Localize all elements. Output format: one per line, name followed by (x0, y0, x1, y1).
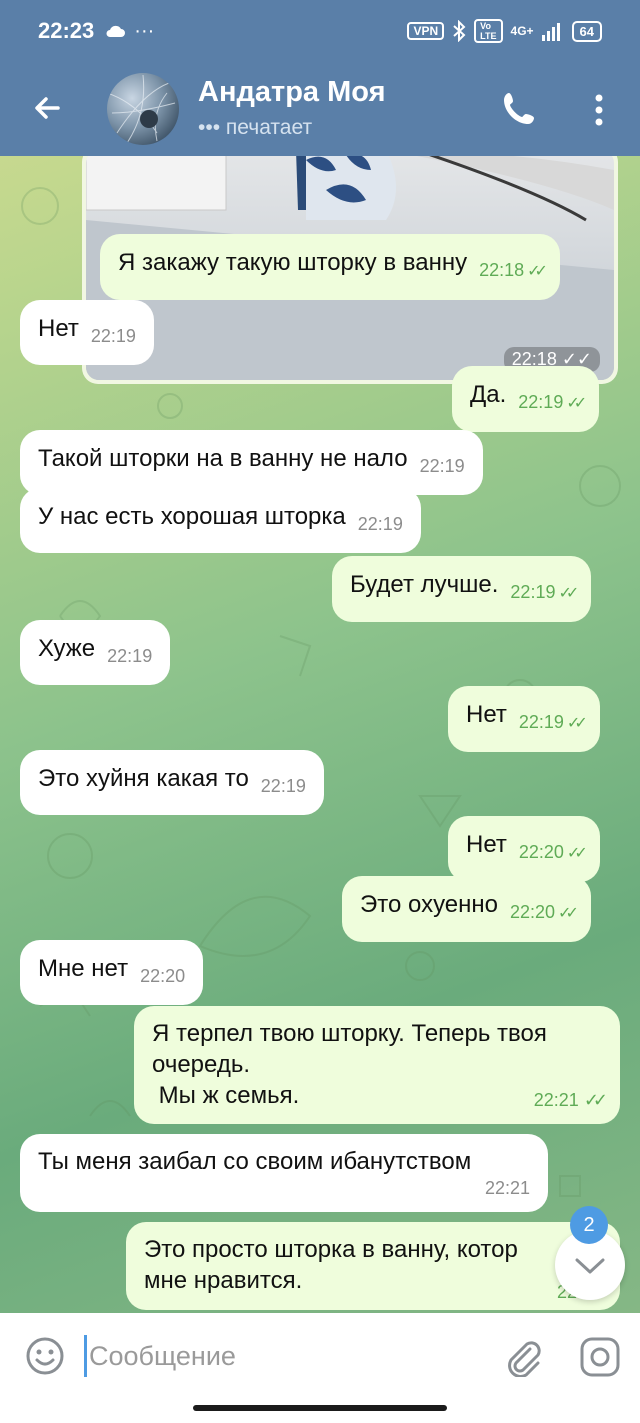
back-arrow-icon[interactable] (28, 88, 68, 128)
message-time: 22:21 ✓✓ (533, 1090, 608, 1110)
unread-count-badge: 2 (570, 1206, 608, 1244)
message-text-line: Я терпел твою шторку. Теперь твоя (152, 1020, 547, 1047)
message-time: 22:21 (484, 1178, 530, 1198)
contact-name[interactable]: Андатра Моя (198, 76, 386, 109)
signal-icon (541, 23, 560, 41)
message-outgoing[interactable]: Я терпел твою шторку. Теперь твоя очеред… (134, 1006, 620, 1124)
message-incoming[interactable]: Мне нет 22:20 (20, 940, 204, 1005)
message-text: Я закажу такую шторку в ванну (118, 249, 468, 276)
more-notifications-icon: ··· (134, 19, 155, 42)
message-time: 22:19 (510, 582, 556, 602)
message-time: 22:19 (107, 646, 153, 666)
vpn-badge: VPN (407, 22, 445, 40)
more-vertical-icon[interactable] (584, 90, 614, 130)
read-check-icon: ✓✓ (583, 1090, 608, 1110)
read-check-icon: ✓✓ (527, 263, 548, 280)
message-time: 22:18 (479, 260, 525, 280)
avatar[interactable] (107, 73, 179, 145)
message-outgoing[interactable]: Нет 22:19 ✓✓ (448, 686, 600, 752)
message-text: Мне нет (38, 955, 129, 982)
battery-indicator: 64 (571, 20, 602, 42)
message-outgoing[interactable]: Нет 22:20 ✓✓ (448, 816, 600, 882)
message-time: 22:19 (90, 326, 136, 346)
message-text: Это охуенно (360, 891, 498, 918)
message-outgoing[interactable]: Я закажу такую шторку в ванну 22:18 ✓✓ (100, 234, 560, 300)
volte-icon: Vo LTE (474, 19, 503, 43)
bluetooth-icon (453, 20, 466, 42)
message-time: 22:19 (260, 776, 306, 796)
message-outgoing[interactable]: Это охуенно 22:20 ✓✓ (342, 876, 591, 942)
phone-call-icon[interactable] (500, 88, 540, 128)
message-time: 22:19 (419, 456, 465, 476)
message-time: 22:19 (357, 514, 403, 534)
message-outgoing[interactable]: Будет лучше. 22:19 ✓✓ (332, 556, 592, 622)
message-text: У нас есть хорошая шторка (38, 503, 346, 530)
cloud-icon (106, 25, 126, 37)
message-input[interactable] (84, 1335, 464, 1377)
message-incoming[interactable]: Такой шторки на в ванну не нало 22:19 (20, 430, 483, 495)
chat-header: Андатра Моя ••• печатает (0, 62, 640, 156)
typing-dots-icon: ••• (198, 116, 221, 139)
message-text: Да. (470, 381, 507, 408)
typing-status-text: печатает (225, 116, 313, 139)
message-outgoing[interactable]: Да. 22:19 ✓✓ (452, 366, 600, 432)
message-text: Нет (466, 701, 507, 728)
message-text: Ты меня заибал со своим ибанутством (38, 1148, 472, 1175)
message-time: 22:20 (510, 902, 556, 922)
message-time: 22:19 (518, 712, 564, 732)
message-outgoing[interactable]: Это просто шторка в ванну, котор мне нра… (126, 1222, 620, 1310)
status-time: 22:23 (38, 18, 95, 43)
message-incoming[interactable]: Это хуйня какая то 22:19 (20, 750, 324, 815)
emoji-icon[interactable] (24, 1335, 66, 1377)
message-text: Нет (38, 315, 79, 342)
message-text: Хуже (38, 635, 96, 662)
read-check-icon: ✓✓ (558, 905, 579, 922)
typing-status: ••• печатает (198, 116, 312, 140)
message-text-line: очередь. (152, 1051, 251, 1078)
message-time: 22:20 (140, 966, 186, 986)
paperclip-icon[interactable] (500, 1335, 542, 1377)
message-incoming[interactable]: Ты меня заибал со своим ибанутством 22:2… (20, 1134, 548, 1212)
read-check-icon: ✓✓ (566, 845, 588, 862)
read-check-icon: ✓✓ (566, 395, 587, 412)
message-text: Это хуйня какая то (38, 765, 249, 792)
message-incoming[interactable]: Нет 22:19 (20, 300, 154, 365)
message-incoming[interactable]: Хуже 22:19 (20, 620, 171, 685)
read-check-icon: ✓✓ (558, 585, 579, 602)
message-text-line: мне нравится. (144, 1267, 303, 1294)
message-text: Такой шторки на в ванну не нало (38, 445, 408, 472)
network-type: 4G+ (510, 24, 534, 38)
camera-icon[interactable] (578, 1335, 622, 1379)
message-incoming[interactable]: У нас есть хорошая шторка 22:19 (20, 488, 421, 553)
message-time: 22:20 (518, 842, 564, 862)
message-text-line: Это просто шторка в ванну, котор (144, 1236, 518, 1263)
message-time: 22:19 (518, 392, 564, 412)
message-list[interactable]: 22:18 ✓✓ Я закажу такую шторку в ванну 22… (0, 156, 640, 1313)
status-bar: 22:23 ··· VPN Vo LTE 4G+ 64 (0, 0, 640, 62)
home-indicator[interactable] (193, 1405, 447, 1411)
message-text: Нет (466, 831, 507, 858)
message-text: Будет лучше. (350, 571, 499, 598)
read-check-icon: ✓✓ (566, 715, 588, 732)
